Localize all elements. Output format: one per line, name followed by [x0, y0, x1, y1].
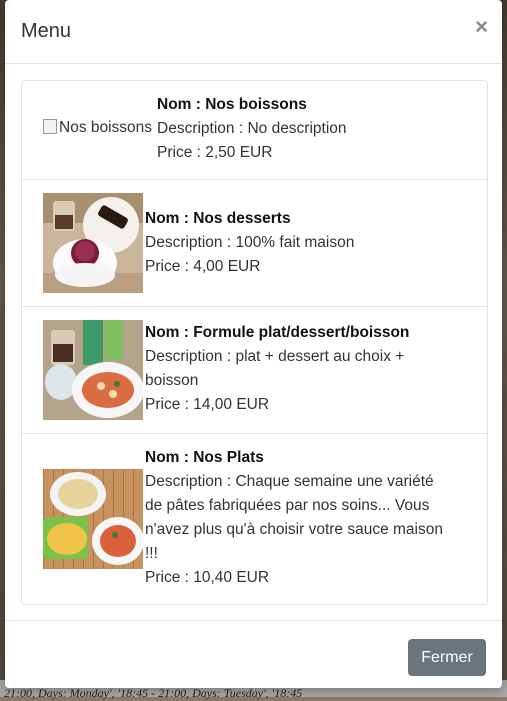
item-description-line: Description : Chaque semaine une variété [145, 473, 434, 490]
menu-item-boissons: Nos boissons Nom : Nos boissons Descript… [22, 81, 487, 180]
broken-image-icon [43, 119, 57, 134]
menu-item-plats: Nom : Nos Plats Description : Chaque sem… [22, 434, 487, 604]
menu-item-formule: Nom : Formule plat/dessert/boisson Descr… [22, 307, 487, 434]
item-price: Price : 10,40 EUR [145, 569, 270, 586]
item-description: Description : No description [157, 120, 347, 137]
menu-item-desserts: Nom : Nos desserts Description : 100% fa… [22, 180, 487, 307]
modal-footer: Fermer [5, 620, 502, 689]
item-description-line: de pâtes fabriquées par nos soins... Vou… [145, 497, 430, 514]
broken-image: Nos boissons [43, 119, 152, 137]
modal-header: Menu × [5, 0, 502, 64]
item-description-line: Description : plat + dessert au choix + [145, 348, 405, 365]
item-name: Nom : Formule plat/dessert/boisson [145, 324, 410, 341]
item-description-line: boisson [145, 372, 199, 389]
item-name: Nom : Nos boissons [157, 96, 307, 113]
item-name: Nom : Nos desserts [145, 210, 291, 227]
item-name: Nom : Nos Plats [145, 449, 264, 466]
fermer-button[interactable]: Fermer [408, 639, 486, 676]
item-description-line: !!! [145, 545, 158, 562]
item-info: Nom : Formule plat/dessert/boisson Descr… [145, 321, 409, 417]
item-price: Price : 4,00 EUR [145, 258, 261, 275]
pasta-photo [43, 469, 143, 569]
item-description-line: n'avez plus qu'à choisir votre sauce mai… [145, 521, 443, 538]
menu-list: Nos boissons Nom : Nos boissons Descript… [21, 80, 488, 605]
close-icon[interactable]: × [475, 16, 488, 38]
menu-modal: Menu × Nos boissons Nom : Nos boissons D… [5, 0, 502, 688]
image-alt-text: Nos boissons [59, 119, 153, 136]
modal-title: Menu [21, 20, 72, 42]
desserts-photo [43, 193, 143, 293]
item-price: Price : 2,50 EUR [157, 144, 273, 161]
item-info: Nom : Nos desserts Description : 100% fa… [145, 207, 354, 279]
item-description: Description : 100% fait maison [145, 234, 355, 251]
item-info: Nom : Nos boissons Description : No desc… [157, 93, 347, 165]
item-price: Price : 14,00 EUR [145, 396, 270, 413]
formula-photo [43, 320, 143, 420]
item-info: Nom : Nos Plats Description : Chaque sem… [145, 446, 443, 590]
